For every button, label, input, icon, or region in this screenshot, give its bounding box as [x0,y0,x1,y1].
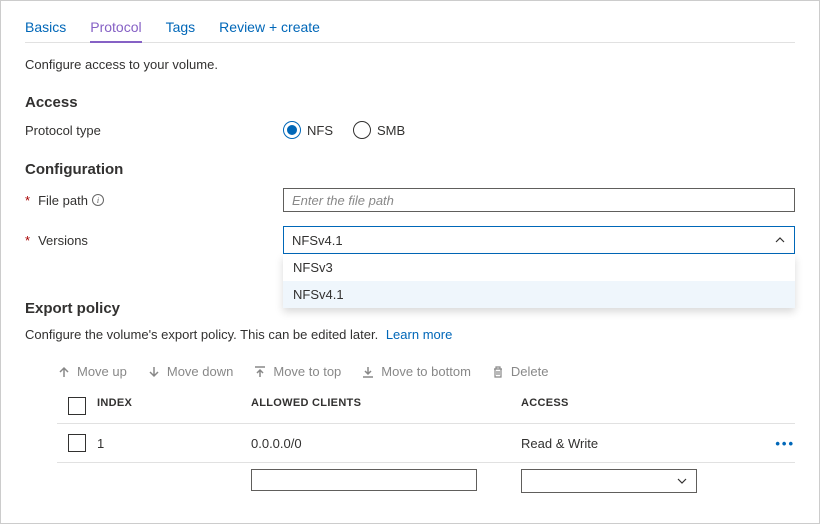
tab-basics[interactable]: Basics [25,13,66,42]
versions-dropdown[interactable]: NFSv4.1 [283,226,795,254]
export-policy-toolbar: Move up Move down Move to top Move to bo… [25,358,795,389]
learn-more-link[interactable]: Learn more [386,327,452,342]
header-access: ACCESS [521,397,755,415]
header-index: INDEX [97,397,251,415]
required-asterisk: * [25,233,30,248]
configuration-heading: Configuration [25,161,795,178]
move-to-bottom-button[interactable]: Move to bottom [361,364,471,379]
tab-protocol[interactable]: Protocol [90,13,141,43]
delete-icon [491,365,505,379]
export-policy-table: INDEX ALLOWED CLIENTS ACCESS 1 0.0.0.0/0… [57,389,795,499]
page-description: Configure access to your volume. [25,57,795,72]
versions-option-nfsv41[interactable]: NFSv4.1 [283,281,795,308]
info-icon[interactable]: i [92,194,104,206]
arrow-down-icon [147,365,161,379]
row-checkbox[interactable] [68,434,86,452]
new-access-select[interactable] [521,469,697,493]
select-all-checkbox[interactable] [68,397,86,415]
table-row[interactable]: 1 0.0.0.0/0 Read & Write ••• [57,424,795,463]
move-to-top-button[interactable]: Move to top [253,364,341,379]
radio-circle-icon [283,121,301,139]
cell-index: 1 [97,436,251,451]
cell-clients: 0.0.0.0/0 [251,436,521,451]
versions-label: Versions [38,233,88,248]
arrow-top-icon [253,365,267,379]
versions-dropdown-list: NFSv3 NFSv4.1 [283,254,795,308]
export-policy-desc: Configure the volume's export policy. Th… [25,327,378,342]
more-actions-icon[interactable]: ••• [775,436,795,451]
delete-button[interactable]: Delete [491,364,549,379]
chevron-up-icon [774,234,786,246]
cell-access: Read & Write [521,436,755,451]
access-heading: Access [25,94,795,111]
chevron-down-icon [676,475,688,487]
required-asterisk: * [25,193,30,208]
move-up-button[interactable]: Move up [57,364,127,379]
arrow-bottom-icon [361,365,375,379]
radio-smb-label: SMB [377,123,405,138]
radio-nfs-label: NFS [307,123,333,138]
new-clients-input[interactable] [251,469,477,491]
versions-option-nfsv3[interactable]: NFSv3 [283,254,795,281]
tab-tags[interactable]: Tags [166,13,196,42]
header-clients: ALLOWED CLIENTS [251,397,521,415]
protocol-nfs-radio[interactable]: NFS [283,121,333,139]
tab-review[interactable]: Review + create [219,13,320,42]
tabs-bar: Basics Protocol Tags Review + create [25,1,795,43]
protocol-type-label: Protocol type [25,123,283,138]
radio-circle-icon [353,121,371,139]
arrow-up-icon [57,365,71,379]
versions-selected-value: NFSv4.1 [292,233,343,248]
file-path-input[interactable] [283,188,795,212]
move-down-button[interactable]: Move down [147,364,233,379]
protocol-smb-radio[interactable]: SMB [353,121,405,139]
file-path-label: File path [38,193,88,208]
